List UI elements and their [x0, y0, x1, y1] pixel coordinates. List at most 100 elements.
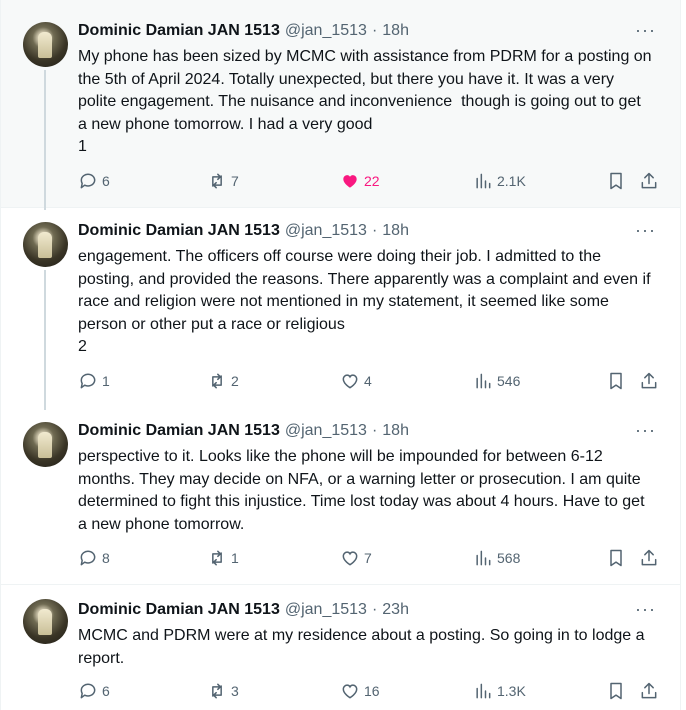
share-button[interactable] [639, 371, 659, 391]
tweet-3[interactable]: Dominic Damian JAN 1513 @jan_1513 · 18h … [1, 408, 680, 585]
author-handle[interactable]: @jan_1513 [285, 422, 367, 440]
like-count: 16 [364, 683, 380, 699]
tweet-text: My phone has been sized by MCMC with ass… [78, 48, 652, 155]
like-count: 22 [364, 173, 380, 189]
like-button[interactable]: 7 [340, 548, 372, 568]
repost-count: 3 [231, 683, 239, 699]
repost-count: 2 [231, 373, 239, 389]
tweet-header: Dominic Damian JAN 1513 @jan_1513 · 18h [78, 222, 409, 240]
tweet-text: engagement. The officers off course were… [78, 248, 651, 355]
repost-button[interactable]: 7 [207, 171, 239, 191]
tweet-text: MCMC and PDRM were at my residence about… [78, 627, 649, 667]
views-icon [476, 683, 491, 699]
tweet-header: Dominic Damian JAN 1513 @jan_1513 · 23h [78, 601, 409, 619]
views-button[interactable]: 1.3K [473, 681, 526, 701]
tweet-4[interactable]: Dominic Damian JAN 1513 @jan_1513 · 23h … [1, 585, 680, 710]
avatar[interactable] [23, 422, 68, 467]
reply-count: 6 [102, 683, 110, 699]
views-button[interactable]: 568 [473, 548, 520, 568]
bookmark-button[interactable] [606, 371, 626, 391]
repost-button[interactable]: 2 [207, 371, 239, 391]
tweet-actions: 6 3 16 1.3K [78, 681, 660, 705]
author-handle[interactable]: @jan_1513 [285, 222, 367, 240]
thread-line [44, 70, 46, 210]
reply-icon [80, 173, 96, 189]
like-icon [343, 175, 357, 188]
reply-button[interactable]: 1 [78, 371, 110, 391]
timestamp[interactable]: 23h [382, 601, 409, 619]
avatar[interactable] [23, 222, 68, 267]
more-icon[interactable]: ··· [635, 599, 656, 620]
like-button[interactable]: 4 [340, 371, 372, 391]
tweet-2[interactable]: Dominic Damian JAN 1513 @jan_1513 · 18h … [1, 208, 680, 410]
tweet-actions: 6 7 22 2.1K [78, 171, 660, 195]
tweet-actions: 8 1 7 568 [78, 548, 660, 572]
like-button[interactable]: 22 [340, 171, 380, 191]
tweet-actions: 1 2 4 546 [78, 371, 660, 395]
bookmark-button[interactable] [606, 548, 626, 568]
like-button[interactable]: 16 [340, 681, 380, 701]
tweet-text: perspective to it. Looks like the phone … [78, 448, 649, 533]
views-icon [476, 550, 491, 566]
reply-icon [80, 373, 96, 389]
repost-icon [212, 683, 222, 699]
bookmark-button[interactable] [606, 681, 626, 701]
avatar[interactable] [23, 599, 68, 644]
repost-button[interactable]: 1 [207, 548, 239, 568]
reply-button[interactable]: 6 [78, 171, 110, 191]
author-name[interactable]: Dominic Damian JAN 1513 [78, 222, 280, 240]
share-button[interactable] [639, 548, 659, 568]
separator-dot: · [371, 422, 378, 439]
more-icon[interactable]: ··· [635, 20, 656, 41]
avatar[interactable] [23, 22, 68, 67]
share-button[interactable] [639, 171, 659, 191]
tweet-1[interactable]: Dominic Damian JAN 1513 @jan_1513 · 18h … [1, 0, 680, 210]
separator-dot: · [371, 601, 378, 618]
tweet-feed: Dominic Damian JAN 1513 @jan_1513 · 18h … [0, 0, 681, 710]
tweet-header: Dominic Damian JAN 1513 @jan_1513 · 18h [78, 422, 409, 440]
author-name[interactable]: Dominic Damian JAN 1513 [78, 422, 280, 440]
bookmark-icon [610, 172, 622, 190]
views-button[interactable]: 2.1K [473, 171, 526, 191]
like-icon [342, 374, 358, 389]
repost-button[interactable]: 3 [207, 681, 239, 701]
more-icon[interactable]: ··· [635, 420, 656, 441]
author-handle[interactable]: @jan_1513 [285, 22, 367, 40]
author-handle[interactable]: @jan_1513 [285, 601, 367, 619]
like-count: 4 [364, 373, 372, 389]
views-count: 2.1K [497, 173, 526, 189]
author-name[interactable]: Dominic Damian JAN 1513 [78, 22, 280, 40]
share-icon [641, 172, 657, 189]
bookmark-icon [610, 682, 622, 700]
like-icon [342, 551, 358, 566]
bookmark-icon [610, 549, 622, 567]
share-icon [641, 682, 657, 699]
repost-count: 1 [231, 550, 239, 566]
repost-icon [212, 550, 222, 566]
tweet-header: Dominic Damian JAN 1513 @jan_1513 · 18h [78, 22, 409, 40]
thread-line [44, 270, 46, 410]
share-icon [641, 372, 657, 389]
repost-icon [212, 373, 222, 389]
reply-count: 8 [102, 550, 110, 566]
bookmark-button[interactable] [606, 171, 626, 191]
like-count: 7 [364, 550, 372, 566]
views-count: 1.3K [497, 683, 526, 699]
views-icon [476, 173, 491, 189]
author-name[interactable]: Dominic Damian JAN 1513 [78, 601, 280, 619]
timestamp[interactable]: 18h [382, 222, 409, 240]
repost-icon [212, 173, 222, 189]
views-button[interactable]: 546 [473, 371, 520, 391]
timestamp[interactable]: 18h [382, 22, 409, 40]
more-icon[interactable]: ··· [635, 220, 656, 241]
timestamp[interactable]: 18h [382, 422, 409, 440]
separator-dot: · [371, 22, 378, 39]
reply-button[interactable]: 6 [78, 681, 110, 701]
separator-dot: · [371, 222, 378, 239]
like-icon [342, 684, 358, 699]
reply-icon [80, 550, 96, 566]
reply-count: 6 [102, 173, 110, 189]
bookmark-icon [610, 372, 622, 390]
share-button[interactable] [639, 681, 659, 701]
reply-button[interactable]: 8 [78, 548, 110, 568]
